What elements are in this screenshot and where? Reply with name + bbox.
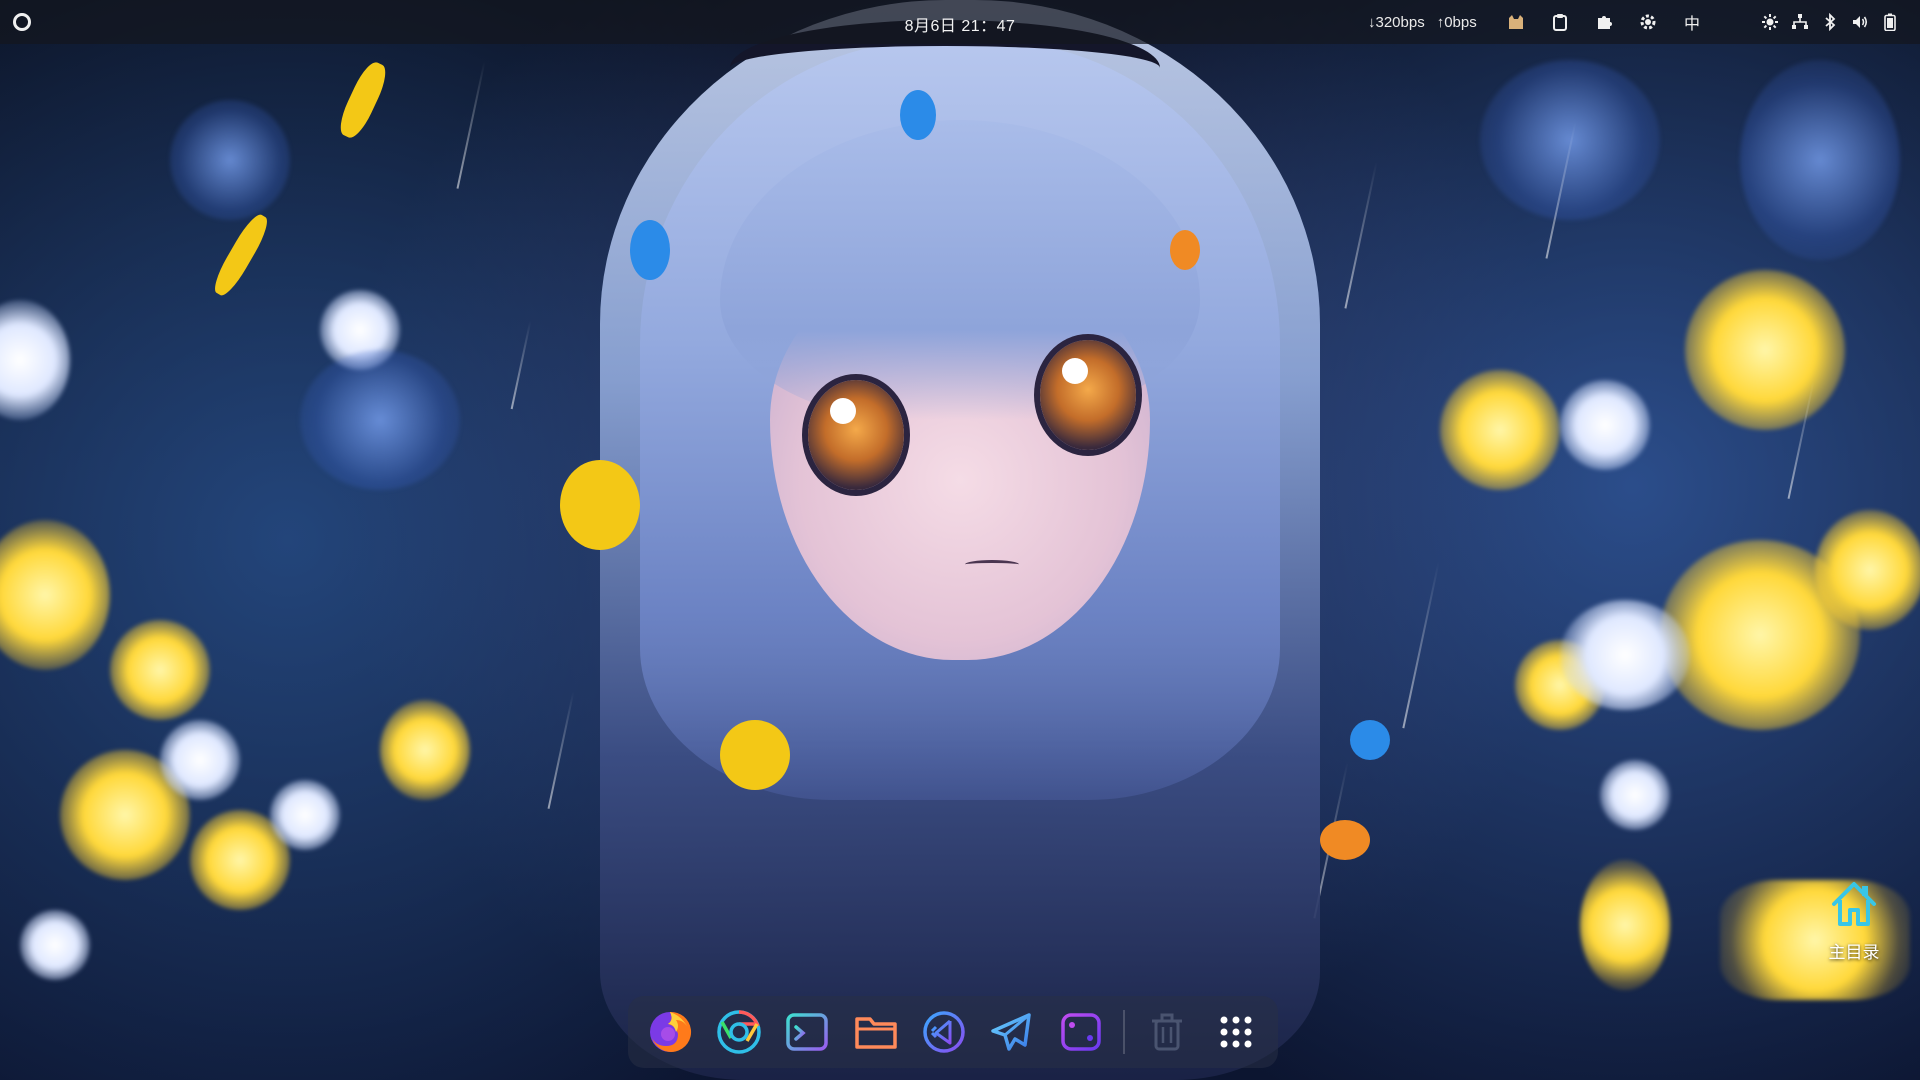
- home-folder-shortcut[interactable]: 主目录: [1806, 876, 1902, 963]
- wallpaper-bokeh: [1560, 380, 1650, 470]
- wallpaper-splash: [1320, 820, 1370, 860]
- settings-gear-icon[interactable]: [1636, 10, 1660, 34]
- wallpaper-bokeh: [270, 780, 340, 850]
- wallpaper-bokeh: [170, 100, 290, 220]
- home-folder-label: 主目录: [1828, 943, 1880, 962]
- wallpaper-character-left-eye: [808, 380, 904, 490]
- clipboard-icon[interactable]: [1548, 10, 1572, 34]
- dock-item-chrome[interactable]: [710, 1002, 766, 1062]
- wallpaper-bokeh: [1600, 760, 1670, 830]
- dock-item-terminal[interactable]: [779, 1002, 835, 1062]
- wallpaper-splash: [334, 58, 392, 142]
- dock-item-telegram[interactable]: [984, 1002, 1040, 1062]
- network-icon: [1788, 10, 1812, 34]
- wallpaper-bokeh: [110, 620, 210, 720]
- wallpaper-bokeh: [380, 700, 470, 800]
- dock-item-switch[interactable]: [1053, 1002, 1109, 1062]
- wallpaper-bokeh: [1580, 860, 1670, 990]
- wallpaper-splash: [720, 720, 790, 790]
- dock: [628, 996, 1278, 1068]
- net-up-speed: ↑0bps: [1436, 13, 1477, 31]
- wallpaper-splash: [208, 210, 274, 300]
- telegram-icon: [991, 1013, 1032, 1051]
- wallpaper-rain: [547, 691, 575, 809]
- wallpaper-bokeh: [1560, 600, 1690, 710]
- desktop[interactable]: 8月6日 21：47 ↓320bps ↑0bps 中 主目录: [0, 0, 1920, 1080]
- wallpaper-splash: [1170, 230, 1200, 270]
- wallpaper-character-mouth: [965, 560, 1019, 569]
- input-method-indicator[interactable]: 中: [1680, 10, 1704, 34]
- home-folder-icon: [1832, 882, 1876, 926]
- network-speed-indicator[interactable]: ↓320bps ↑0bps: [1368, 8, 1477, 36]
- wallpaper-bokeh: [1685, 270, 1845, 430]
- dock-item-files[interactable]: [847, 1002, 903, 1062]
- dock-item-firefox[interactable]: [642, 1002, 698, 1062]
- wallpaper-bokeh: [20, 910, 90, 980]
- volume-icon: [1848, 10, 1872, 34]
- chrome-icon: [716, 1010, 761, 1054]
- wallpaper-rain: [1344, 161, 1378, 309]
- system-status-area[interactable]: [1758, 8, 1902, 36]
- battery-icon: [1878, 10, 1902, 34]
- dock-separator: [1123, 1010, 1126, 1054]
- wallpaper-bokeh: [300, 350, 460, 490]
- wallpaper-rain: [510, 320, 532, 410]
- wallpaper-splash: [1350, 720, 1390, 760]
- wallpaper-bokeh: [1815, 510, 1920, 630]
- net-down-speed: ↓320bps: [1368, 13, 1425, 31]
- brightness-icon: [1758, 10, 1782, 34]
- terminal-icon: [786, 1013, 828, 1051]
- switch-icon: [1061, 1013, 1101, 1051]
- top-panel: 8月6日 21：47 ↓320bps ↑0bps 中: [0, 0, 1920, 44]
- wallpaper-splash: [560, 460, 640, 550]
- cat-indicator-icon[interactable]: [1504, 10, 1528, 34]
- dock-item-app-grid[interactable]: [1208, 1002, 1264, 1062]
- wallpaper-bokeh: [160, 720, 240, 800]
- wallpaper-bokeh: [1740, 60, 1900, 260]
- wallpaper-rain: [456, 61, 486, 189]
- firefox-icon: [650, 1011, 692, 1052]
- trash-icon: [1152, 1013, 1183, 1051]
- dock-item-trash[interactable]: [1139, 1002, 1195, 1062]
- dock-item-vscode[interactable]: [916, 1002, 972, 1062]
- tray-extensions: 中: [1504, 8, 1704, 36]
- wallpaper-splash: [630, 220, 670, 280]
- bluetooth-icon: [1818, 10, 1842, 34]
- app-grid-icon: [1220, 1016, 1252, 1048]
- wallpaper-bokeh: [0, 520, 110, 670]
- wallpaper-character-right-eye: [1040, 340, 1136, 450]
- wallpaper-splash: [900, 90, 936, 140]
- wallpaper-bokeh: [0, 300, 70, 420]
- vscode-icon: [923, 1011, 965, 1053]
- folder-icon: [854, 1017, 897, 1049]
- wallpaper-bokeh: [1440, 370, 1560, 490]
- extensions-puzzle-icon[interactable]: [1592, 10, 1616, 34]
- wallpaper-rain: [1402, 561, 1440, 729]
